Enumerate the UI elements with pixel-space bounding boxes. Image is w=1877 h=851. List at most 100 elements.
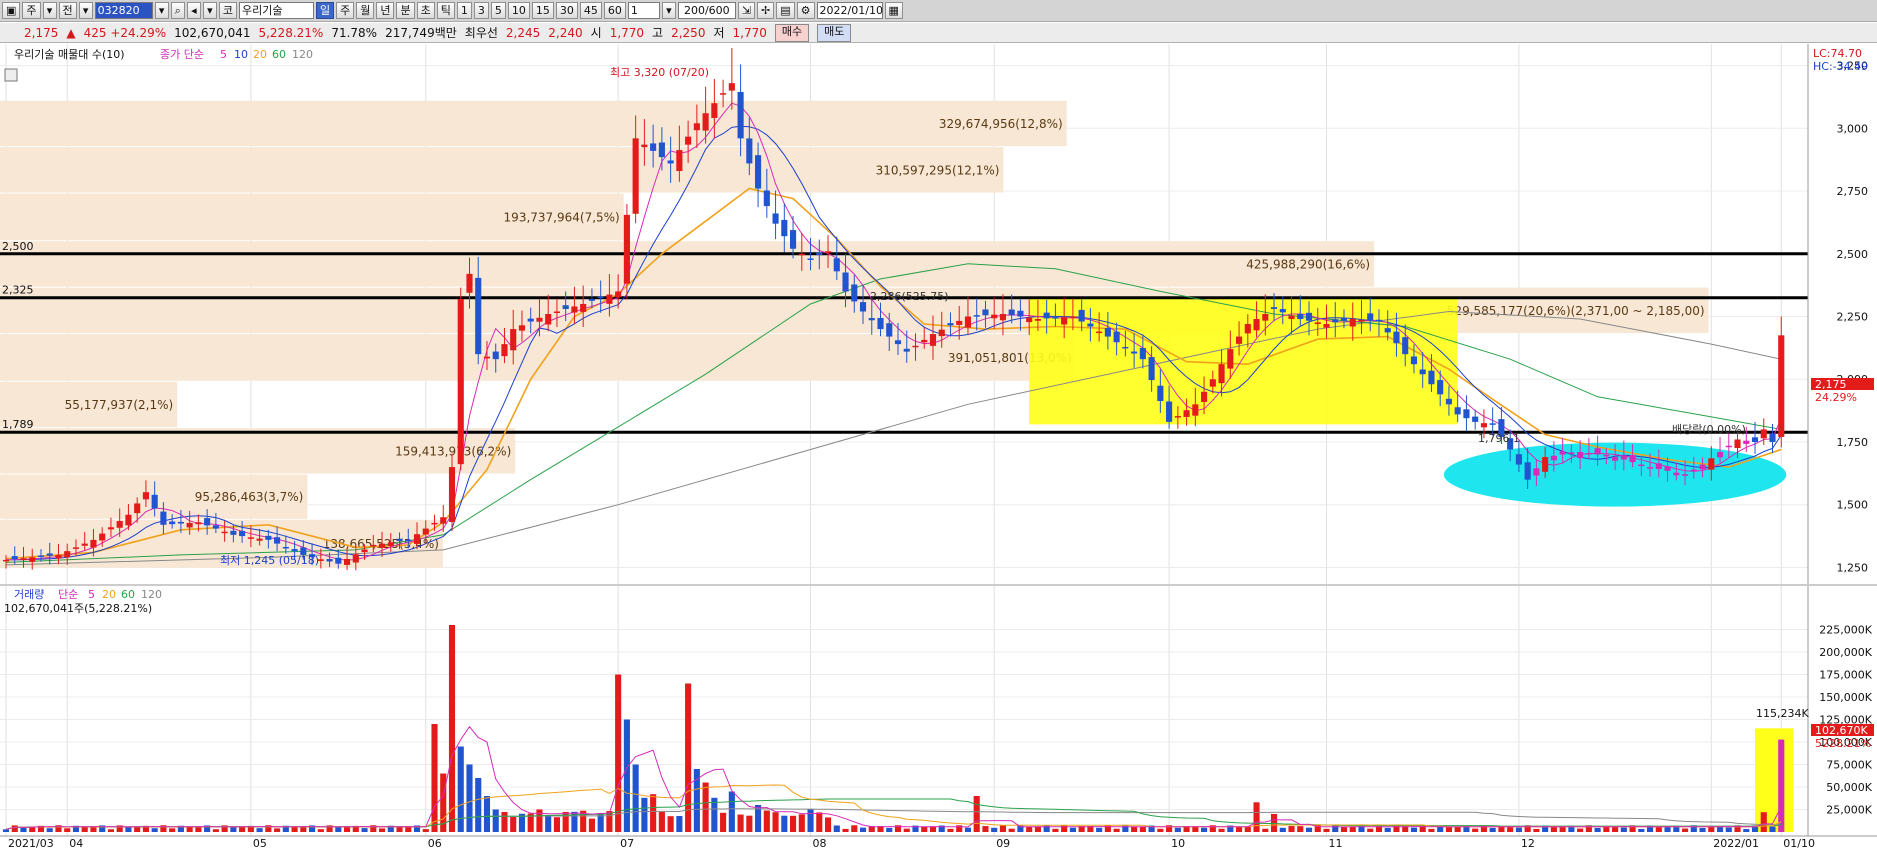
chevron-down-icon[interactable]: ▾ bbox=[42, 2, 57, 19]
volume-bar bbox=[816, 812, 823, 832]
candle-body bbox=[1769, 433, 1776, 442]
settings-icon[interactable]: ⚙ bbox=[796, 2, 815, 19]
volume-tick-label: 25,000K bbox=[1826, 804, 1872, 817]
custom-period-input[interactable]: 1 bbox=[627, 2, 660, 19]
low-price: 1,770 bbox=[732, 25, 767, 40]
minute-15-button[interactable]: 15 bbox=[531, 2, 554, 19]
price-tick-label: 1,750 bbox=[1837, 436, 1869, 449]
candle-body bbox=[676, 150, 683, 172]
candle-body bbox=[431, 522, 438, 525]
candle-body bbox=[169, 521, 176, 525]
candle-body bbox=[1043, 312, 1050, 319]
volume-bar bbox=[1305, 827, 1313, 832]
low-label: 저 bbox=[713, 26, 725, 40]
date-input[interactable]: 2022/01/10 bbox=[816, 2, 883, 19]
candle-body bbox=[1577, 452, 1584, 459]
volume-bar bbox=[929, 826, 937, 832]
candle-body bbox=[81, 543, 88, 546]
minute-45-button[interactable]: 45 bbox=[579, 2, 602, 19]
volume-bar bbox=[492, 809, 499, 832]
stock-code-input[interactable]: 032820 bbox=[94, 2, 153, 19]
volume-bar bbox=[169, 828, 176, 832]
volume-bar bbox=[886, 827, 893, 832]
layout-icon[interactable]: ▣ bbox=[2, 2, 21, 19]
candle-body bbox=[1192, 404, 1199, 416]
search-icon[interactable]: ⌕ bbox=[170, 2, 185, 19]
hc-label: HC:-34.49 bbox=[1813, 60, 1868, 73]
calendar-icon[interactable]: ▦ bbox=[884, 2, 903, 19]
candle-body bbox=[46, 553, 53, 556]
candle-body bbox=[518, 325, 526, 331]
volume-tick-label: 175,000K bbox=[1819, 669, 1872, 682]
prev-mode-select[interactable]: 전 bbox=[58, 2, 77, 19]
candle-body bbox=[221, 531, 228, 534]
minute-5-button[interactable]: 5 bbox=[490, 2, 506, 19]
candle-body bbox=[1305, 312, 1313, 321]
period-day-button[interactable]: 일 bbox=[315, 2, 335, 19]
candle-body bbox=[1620, 455, 1627, 460]
candle-body bbox=[789, 230, 797, 249]
save-icon[interactable]: ▤ bbox=[776, 2, 795, 19]
minute-10-button[interactable]: 10 bbox=[507, 2, 530, 19]
period-month-button[interactable]: 월 bbox=[356, 2, 375, 19]
market-select[interactable]: 주 bbox=[22, 2, 41, 19]
best-bid: 2,240 bbox=[548, 25, 583, 40]
price-tick-label: 2,750 bbox=[1837, 185, 1869, 198]
display-count-input[interactable]: 200/600 bbox=[677, 2, 736, 19]
candle-body bbox=[641, 144, 648, 148]
candle-body bbox=[239, 530, 246, 537]
volume-ratio: 5,228.21% bbox=[258, 25, 324, 40]
volume-bar bbox=[1472, 828, 1479, 832]
chevron-down-icon[interactable]: ▾ bbox=[154, 2, 169, 19]
chevron-down-icon[interactable]: ▾ bbox=[202, 2, 217, 19]
period-minute-button[interactable]: 분 bbox=[396, 2, 415, 19]
candle-body bbox=[685, 136, 692, 145]
price-tick-label: 2,250 bbox=[1837, 311, 1869, 324]
candle-body bbox=[55, 554, 62, 559]
candle-body bbox=[1340, 318, 1348, 321]
period-tick-button[interactable]: 틱 bbox=[436, 2, 455, 19]
minute-1-button[interactable]: 1 bbox=[456, 2, 472, 19]
candle-body bbox=[335, 557, 342, 564]
volume-legend-title: 거래량 bbox=[14, 588, 44, 601]
buy-button[interactable]: 매수 bbox=[774, 23, 810, 42]
candle-body bbox=[536, 317, 543, 322]
crosshair-icon[interactable]: ✢ bbox=[757, 2, 775, 19]
chart-tools-icon[interactable]: ⇲ bbox=[737, 2, 756, 19]
volume-bar bbox=[737, 814, 744, 832]
minute-3-button[interactable]: 3 bbox=[473, 2, 489, 19]
candle-body bbox=[991, 314, 998, 319]
chevron-down-icon[interactable]: ▾ bbox=[661, 2, 676, 19]
minute-30-button[interactable]: 30 bbox=[555, 2, 578, 19]
volume-bar bbox=[1235, 826, 1243, 832]
ma60-legend: 60 bbox=[272, 48, 286, 61]
candle-body bbox=[1087, 323, 1094, 327]
minute-60-button[interactable]: 60 bbox=[603, 2, 626, 19]
candle-body bbox=[1235, 336, 1243, 344]
candle-body bbox=[1751, 437, 1759, 442]
panel-config-icon[interactable] bbox=[4, 68, 18, 82]
volume-bar bbox=[448, 625, 456, 832]
x-tick-label: 01/10 bbox=[1783, 837, 1815, 850]
chevron-down-icon[interactable]: ▾ bbox=[78, 2, 93, 19]
volume-ma5-legend: 5 bbox=[88, 588, 95, 601]
candle-body bbox=[282, 546, 289, 549]
volume-bar bbox=[947, 828, 954, 832]
stock-name-field[interactable]: 우리기술 bbox=[238, 2, 314, 19]
volume-bar bbox=[1174, 827, 1181, 832]
stock-chart[interactable]: 329,674,956(12,8%) 310,597,295(12,1%) 193,… bbox=[0, 44, 1877, 851]
candle-body bbox=[204, 518, 211, 526]
candle-body bbox=[343, 558, 351, 565]
volume-bar bbox=[641, 797, 648, 832]
period-year-button[interactable]: 년 bbox=[376, 2, 395, 19]
volume-bar bbox=[256, 828, 263, 832]
volume-bar bbox=[1769, 826, 1776, 832]
candle-body bbox=[396, 538, 403, 542]
period-second-button[interactable]: 초 bbox=[416, 2, 435, 19]
candle-body bbox=[650, 143, 657, 151]
candle-body bbox=[177, 521, 184, 524]
speaker-icon[interactable]: ◂ bbox=[186, 2, 201, 19]
period-week-button[interactable]: 주 bbox=[336, 2, 355, 19]
sell-button[interactable]: 매도 bbox=[817, 23, 852, 42]
candle-body bbox=[755, 155, 762, 189]
